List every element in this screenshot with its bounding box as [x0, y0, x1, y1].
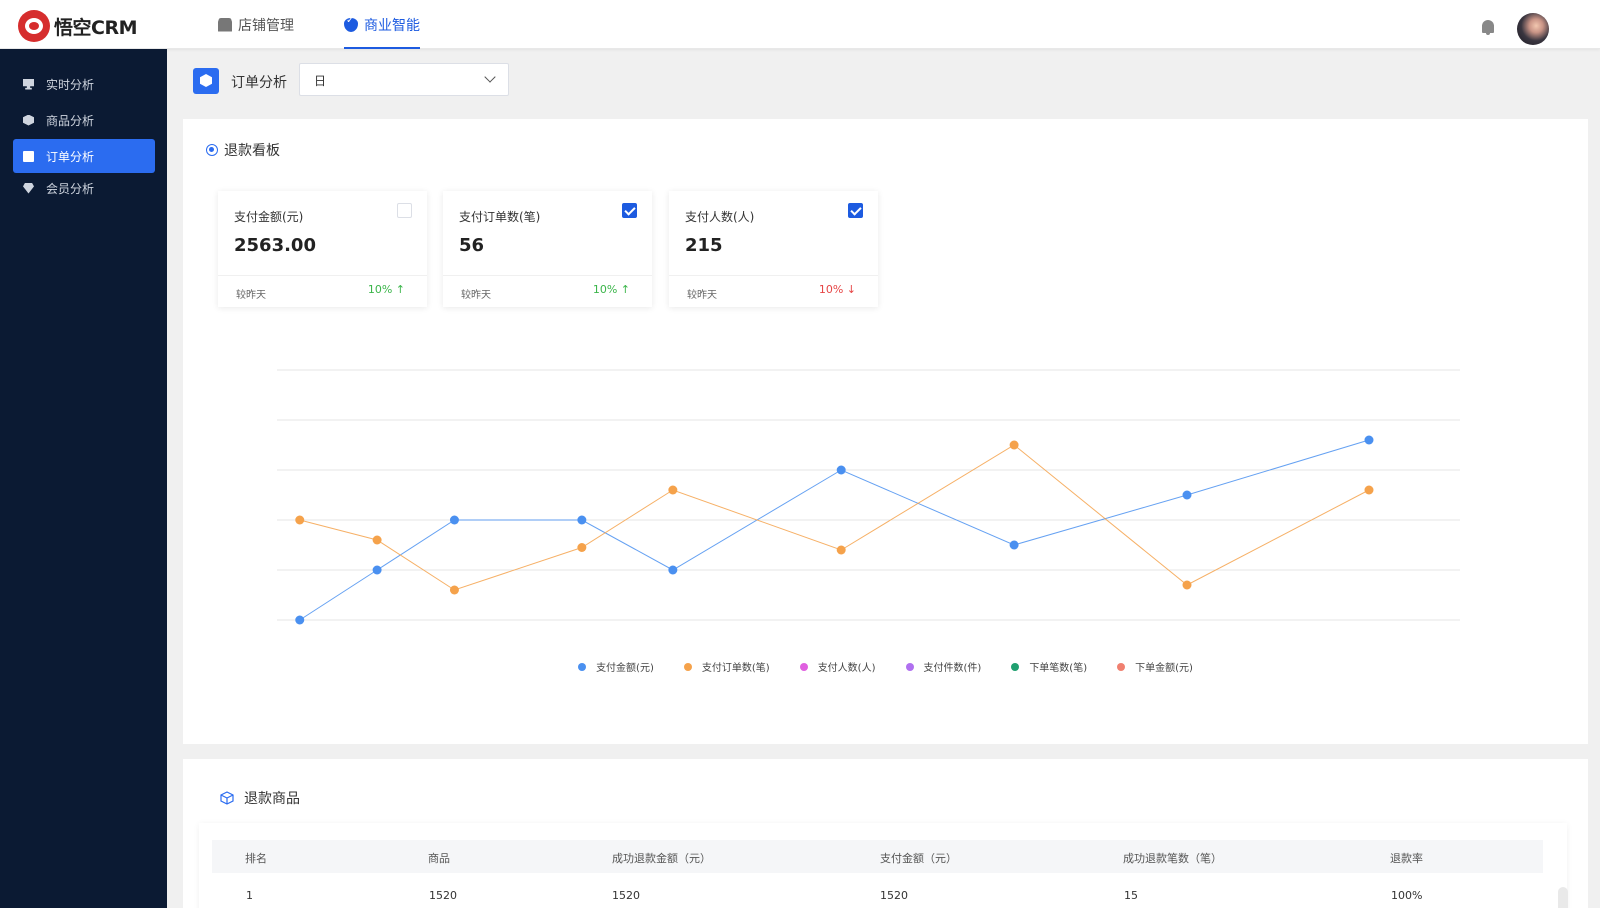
data-point-s1-8[interactable] — [1364, 485, 1374, 495]
column-header-product: 商品 — [428, 852, 450, 865]
top-nav: 店铺管理 商业智能 — [218, 0, 470, 49]
data-point-s1-7[interactable] — [1182, 580, 1192, 590]
data-point-s0-5[interactable] — [836, 465, 846, 475]
data-point-s1-5[interactable] — [836, 545, 846, 555]
chart-legend: 支付金额(元) 支付订单数(笔) 支付人数(人) 支付件数(件) 下单笔数(笔) 下单金额… — [183, 659, 1588, 674]
order-cube-icon — [193, 68, 219, 94]
data-point-s1-2[interactable] — [449, 585, 459, 595]
cube-icon — [23, 114, 34, 126]
sidebar-item-order-analysis[interactable]: 订单分析 — [13, 139, 155, 173]
sidebar-item-label: 实时分析 — [46, 77, 95, 92]
legend-item-4[interactable]: 下单笔数(笔) — [1011, 659, 1087, 674]
topnav-business-intelligence[interactable]: 商业智能 — [344, 0, 420, 49]
refund-line-chart — [277, 369, 1460, 625]
legend-label: 支付金额(元) — [596, 663, 654, 674]
legend-dot — [1011, 662, 1020, 671]
refund-products-table: 排名 商品 成功退款金额（元） 支付金额（元） 成功退款笔数（笔） 退款率 1 … — [199, 823, 1567, 908]
data-point-s0-4[interactable] — [668, 565, 678, 575]
bell-icon[interactable] — [1482, 20, 1494, 35]
topnav-label: 商业智能 — [364, 17, 420, 34]
page-title: 订单分析 — [231, 75, 287, 91]
sidebar-item-label: 商品分析 — [46, 113, 95, 128]
legend-label: 支付件数(件) — [923, 663, 982, 674]
chevron-down-icon — [484, 71, 496, 83]
column-header-refund-count: 成功退款笔数（笔） — [1123, 852, 1222, 865]
data-point-s0-0[interactable] — [295, 615, 305, 625]
legend-dot — [1117, 662, 1126, 671]
legend-label: 支付人数(人) — [817, 663, 876, 674]
data-point-s1-3[interactable] — [577, 543, 587, 552]
data-point-s1-0[interactable] — [295, 515, 305, 525]
sidebar-item-realtime-analysis[interactable]: 实时分析 — [13, 67, 155, 101]
monkey-logo-icon — [18, 10, 50, 42]
data-point-s0-7[interactable] — [1182, 490, 1192, 500]
app-logo[interactable]: 悟空CRM — [18, 10, 137, 42]
sidebar-item-label: 会员分析 — [46, 181, 95, 196]
refund-products-title: 退款商品 — [220, 788, 300, 808]
legend-label: 下单笔数(笔) — [1029, 663, 1088, 674]
cell-product: 1520 — [429, 889, 457, 902]
legend-dot — [578, 662, 587, 671]
legend-dot — [683, 662, 692, 671]
legend-label: 支付订单数(笔) — [701, 663, 770, 674]
legend-item-1[interactable]: 支付订单数(笔) — [683, 659, 770, 674]
cell-rank: 1 — [246, 889, 253, 902]
bi-shield-icon — [344, 15, 358, 32]
data-point-s0-1[interactable] — [372, 565, 382, 575]
avatar[interactable] — [1517, 13, 1549, 45]
legend-item-0[interactable]: 支付金额(元) — [578, 659, 654, 674]
sidebar-item-member-analysis[interactable]: 会员分析 — [13, 171, 155, 205]
data-point-s1-4[interactable] — [668, 485, 678, 495]
store-icon — [218, 17, 232, 32]
legend-label: 下单金额(元) — [1135, 663, 1193, 674]
sidebar-item-label: 订单分析 — [46, 149, 95, 164]
legend-item-2[interactable]: 支付人数(人) — [799, 659, 876, 674]
sidebar: 实时分析 商品分析 订单分析 会员分析 — [0, 49, 167, 908]
column-header-refund-rate: 退款率 — [1390, 852, 1423, 865]
column-header-refund-amount: 成功退款金额（元） — [612, 852, 711, 865]
table-header: 排名 商品 成功退款金额（元） 支付金额（元） 成功退款笔数（笔） 退款率 — [212, 840, 1543, 873]
cell-refund-rate: 100% — [1391, 889, 1423, 902]
legend-item-5[interactable]: 下单金额(元) — [1117, 659, 1193, 674]
data-point-s0-2[interactable] — [449, 515, 459, 525]
column-header-rank: 排名 — [245, 852, 267, 865]
data-point-s0-6[interactable] — [1009, 540, 1019, 550]
monitor-icon — [23, 78, 34, 90]
data-point-s1-6[interactable] — [1009, 440, 1019, 450]
legend-item-3[interactable]: 支付件数(件) — [905, 659, 982, 674]
series-line-1 — [299, 444, 1370, 591]
cube-outline-icon — [220, 791, 234, 805]
cell-refund-amount: 1520 — [612, 889, 640, 902]
legend-dot — [799, 662, 808, 671]
card-title-text: 退款商品 — [244, 791, 300, 807]
series-line-0 — [299, 439, 1370, 621]
cell-refund-count: 15 — [1124, 889, 1138, 902]
data-point-s0-8[interactable] — [1364, 435, 1374, 445]
period-select-value: 日 — [314, 74, 327, 88]
legend-dot — [905, 662, 914, 671]
data-point-s1-1[interactable] — [372, 535, 382, 545]
top-header: 悟空CRM 店铺管理 商业智能 — [0, 0, 1600, 49]
logo-text: 悟空CRM — [54, 16, 137, 39]
period-select[interactable]: 日 — [299, 63, 509, 96]
document-icon — [23, 150, 34, 162]
topnav-store-management[interactable]: 店铺管理 — [218, 0, 294, 49]
cell-payment-amount: 1520 — [880, 889, 908, 902]
scrollbar[interactable] — [1558, 887, 1568, 908]
data-point-s0-3[interactable] — [577, 515, 587, 525]
column-header-payment-amount: 支付金额（元） — [880, 852, 957, 865]
refund-products-card: 退款商品 排名 商品 成功退款金额（元） 支付金额（元） 成功退款笔数（笔） 退… — [183, 759, 1588, 908]
gem-icon — [23, 182, 34, 194]
sidebar-item-product-analysis[interactable]: 商品分析 — [13, 103, 155, 137]
topnav-label: 店铺管理 — [238, 17, 294, 34]
refund-board-card: 退款看板 支付金额(元) 2563.00 较昨天 10% ↑ 支付订单数(笔) … — [183, 119, 1588, 744]
